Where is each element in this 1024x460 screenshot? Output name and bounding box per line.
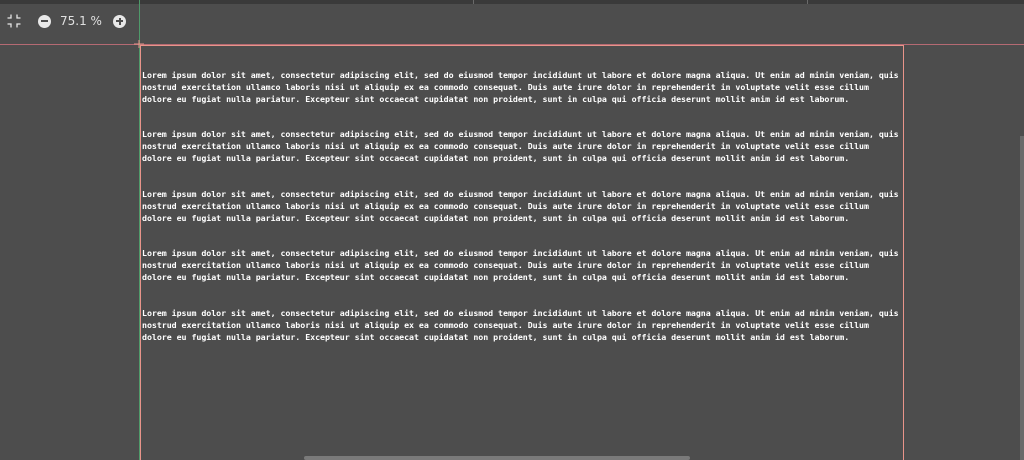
ruler-tick [473,0,474,4]
horizontal-scrollbar[interactable] [304,456,690,460]
ruler-tick [807,0,808,4]
paragraph: Lorem ipsum dolor sit amet, consectetur … [142,248,904,283]
zoom-out-icon [37,14,51,28]
top-ruler [0,0,1024,4]
zoom-out-button[interactable] [34,11,54,31]
paragraph: Lorem ipsum dolor sit amet, consectetur … [142,69,904,104]
paragraph: Lorem ipsum dolor sit amet, consectetur … [142,188,904,223]
document-text[interactable]: Lorem ipsum dolor sit amet, consectetur … [142,46,902,367]
vertical-scrollbar[interactable] [1020,136,1024,460]
fit-to-view-icon[interactable] [4,11,24,31]
zoom-in-button[interactable] [110,11,130,31]
paragraph: Lorem ipsum dolor sit amet, consectetur … [142,129,904,164]
zoom-toolbar: 75.1 % [4,10,130,32]
document-page[interactable]: Lorem ipsum dolor sit amet, consectetur … [140,45,904,460]
zoom-level-label: 75.1 % [60,14,102,28]
zoom-in-icon [113,14,127,28]
paragraph: Lorem ipsum dolor sit amet, consectetur … [142,307,904,342]
canvas-viewport[interactable]: 75.1 % Lorem ipsum dolor sit amet, conse… [0,0,1024,460]
